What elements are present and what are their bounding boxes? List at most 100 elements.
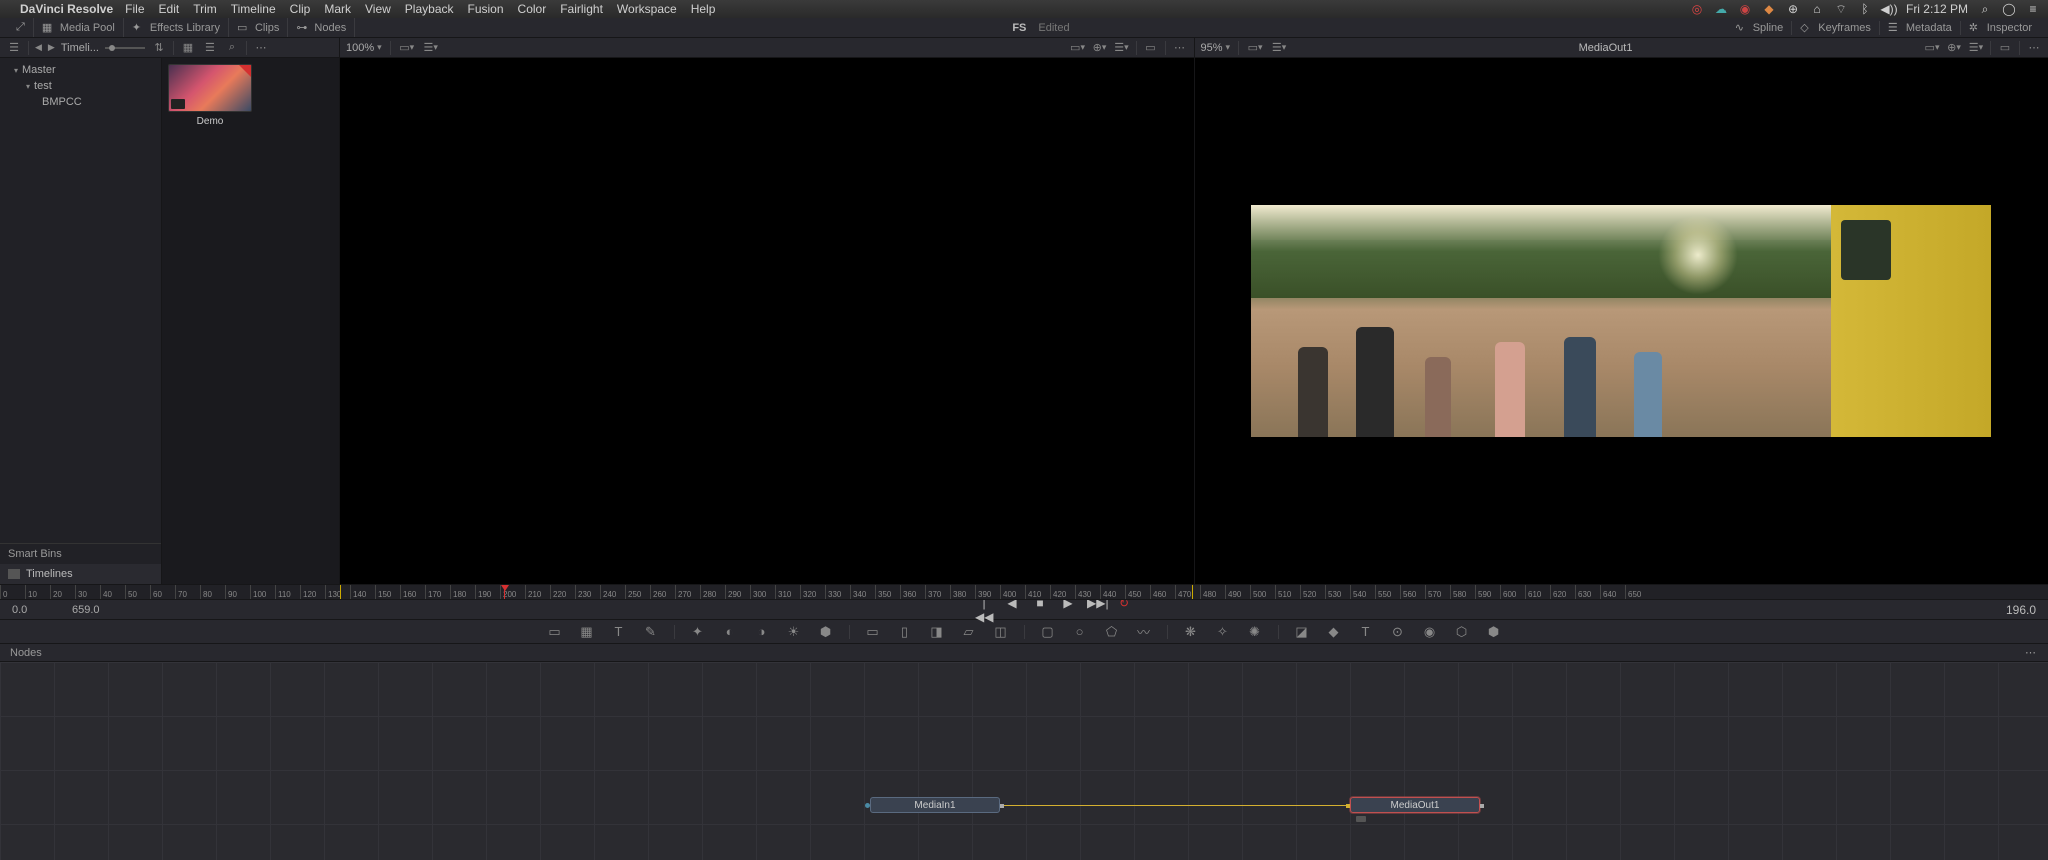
- siri-icon[interactable]: ◯: [2002, 2, 2016, 16]
- node-mediaout1[interactable]: MediaOut1: [1350, 797, 1480, 813]
- metadata-button[interactable]: ☰Metadata: [1888, 21, 1952, 35]
- clip-demo[interactable]: Demo: [168, 64, 252, 127]
- playhead[interactable]: [504, 585, 505, 599]
- viewer-r-more-icon[interactable]: ⋯: [2026, 41, 2042, 55]
- menu-edit[interactable]: Edit: [159, 2, 180, 16]
- tool-ellipse[interactable]: ○: [1071, 624, 1089, 640]
- inspector-button[interactable]: ✲Inspector: [1969, 21, 2032, 35]
- tool-3d-shape[interactable]: ◆: [1325, 624, 1343, 640]
- menu-fusion[interactable]: Fusion: [468, 2, 504, 16]
- status-icon-1[interactable]: ◎: [1690, 2, 1704, 16]
- menu-view[interactable]: View: [365, 2, 391, 16]
- spline-button[interactable]: ∿Spline: [1735, 21, 1784, 35]
- spotlight-icon[interactable]: ⌕: [1978, 2, 1992, 16]
- menu-workspace[interactable]: Workspace: [617, 2, 677, 16]
- tool-polygon[interactable]: ⬠: [1103, 624, 1121, 640]
- nodes-graph[interactable]: MediaIn1 MediaOut1: [0, 662, 2048, 860]
- bin-test[interactable]: ▾test: [0, 78, 161, 94]
- menu-timeline[interactable]: Timeline: [231, 2, 276, 16]
- nav-back-icon[interactable]: ◀: [35, 42, 42, 53]
- view-mode-right-icon[interactable]: ☰▾: [1271, 41, 1287, 55]
- menu-trim[interactable]: Trim: [193, 2, 217, 16]
- tool-brightness[interactable]: ☀: [785, 624, 803, 640]
- keyframes-button[interactable]: ◇Keyframes: [1800, 21, 1871, 35]
- list-view-icon[interactable]: ☰: [202, 41, 218, 55]
- tool-transform[interactable]: ◫: [992, 624, 1010, 640]
- viewer-r-opt3-icon[interactable]: ☰▾: [1968, 41, 1984, 55]
- viewer-r-opt2-icon[interactable]: ⊕▾: [1946, 41, 1962, 55]
- app-name[interactable]: DaVinci Resolve: [20, 2, 113, 16]
- smart-bins-header[interactable]: Smart Bins: [0, 543, 161, 564]
- bin-dropdown[interactable]: Timeli...: [61, 42, 99, 54]
- menu-mark[interactable]: Mark: [324, 2, 351, 16]
- tool-pemitter[interactable]: ✺: [1246, 624, 1264, 640]
- grid-view-icon[interactable]: ▦: [180, 41, 196, 55]
- more-icon[interactable]: ⋯: [253, 41, 269, 55]
- tool-3d-image[interactable]: ◪: [1293, 624, 1311, 640]
- tool-matte[interactable]: ◨: [928, 624, 946, 640]
- tool-fastnoise[interactable]: ▦: [578, 624, 596, 640]
- node-mediain1[interactable]: MediaIn1: [870, 797, 1000, 813]
- viewer-opt3-icon[interactable]: ☰▾: [1114, 41, 1130, 55]
- tool-background[interactable]: ▭: [546, 624, 564, 640]
- menu-playback[interactable]: Playback: [405, 2, 454, 16]
- tool-3d-light[interactable]: ◉: [1421, 624, 1439, 640]
- tool-tracker[interactable]: ✦: [689, 624, 707, 640]
- nav-fwd-icon[interactable]: ▶: [48, 42, 55, 53]
- viewer-opt2-icon[interactable]: ⊕▾: [1092, 41, 1108, 55]
- volume-icon[interactable]: ◀)): [1882, 2, 1896, 16]
- tool-text[interactable]: T: [610, 624, 628, 640]
- timeline-ruler[interactable]: 0102030405060708090100110120130140150160…: [0, 584, 2048, 600]
- tool-paint[interactable]: ✎: [642, 624, 660, 640]
- tool-rectangle[interactable]: ▢: [1039, 624, 1057, 640]
- tool-3d-camera[interactable]: ⊙: [1389, 624, 1407, 640]
- viewer-single-icon[interactable]: ▭: [1143, 41, 1159, 55]
- resize-handle-icon[interactable]: ⤢: [16, 21, 25, 34]
- status-icon-5[interactable]: ⊕: [1786, 2, 1800, 16]
- menu-file[interactable]: File: [125, 2, 144, 16]
- tool-particles[interactable]: ❋: [1182, 624, 1200, 640]
- tool-resize[interactable]: ▱: [960, 624, 978, 640]
- wifi-icon[interactable]: ⌔: [1834, 2, 1848, 16]
- search-icon[interactable]: ⌕: [224, 41, 240, 55]
- zoom-right-dropdown[interactable]: 95% ▾: [1201, 42, 1231, 54]
- menu-clip[interactable]: Clip: [290, 2, 311, 16]
- bin-master[interactable]: ▾Master: [0, 62, 161, 78]
- viewer-r-single-icon[interactable]: ▭: [1997, 41, 2013, 55]
- nodes-button[interactable]: ⊶Nodes: [296, 21, 346, 35]
- tool-merge[interactable]: ▭: [864, 624, 882, 640]
- notifications-icon[interactable]: ≡: [2026, 2, 2040, 16]
- bluetooth-icon[interactable]: ᛒ: [1858, 2, 1872, 16]
- tool-bspline[interactable]: 〰: [1135, 624, 1153, 640]
- tool-3d-merge[interactable]: ⬡: [1453, 624, 1471, 640]
- zoom-left-dropdown[interactable]: 100% ▾: [346, 42, 382, 54]
- tool-colorcorrect[interactable]: ◑: [753, 624, 771, 640]
- status-icon-4[interactable]: ◆: [1762, 2, 1776, 16]
- tool-prender[interactable]: ✧: [1214, 624, 1232, 640]
- viewer-frame[interactable]: [1251, 205, 1991, 437]
- clip-thumbnail[interactable]: [168, 64, 252, 112]
- tool-drop[interactable]: ⬢: [817, 624, 835, 640]
- viewer-opt1-icon[interactable]: ▭▾: [1070, 41, 1086, 55]
- tool-3d-render[interactable]: ⬢: [1485, 624, 1503, 640]
- menu-color[interactable]: Color: [518, 2, 547, 16]
- nodes-options-icon[interactable]: ⋯: [2025, 646, 2038, 659]
- tool-blur[interactable]: ◐: [721, 624, 739, 640]
- view-mode-icon[interactable]: ☰▾: [423, 41, 439, 55]
- viewer-left[interactable]: [340, 58, 1195, 584]
- bin-bmpcc[interactable]: BMPCC: [0, 94, 161, 110]
- list-toggle-icon[interactable]: ☰: [6, 41, 22, 55]
- media-pool-button[interactable]: ▦Media Pool: [42, 21, 115, 35]
- menu-fairlight[interactable]: Fairlight: [560, 2, 603, 16]
- sort-icon[interactable]: ⇅: [151, 41, 167, 55]
- viewer-more-icon[interactable]: ⋯: [1172, 41, 1188, 55]
- smart-bin-timelines[interactable]: Timelines: [0, 564, 161, 584]
- menubar-clock[interactable]: Fri 2:12 PM: [1906, 2, 1968, 16]
- tool-3d-text[interactable]: T: [1357, 624, 1375, 640]
- menu-help[interactable]: Help: [691, 2, 716, 16]
- status-icon-2[interactable]: ☁: [1714, 2, 1728, 16]
- status-icon-6[interactable]: ⌂: [1810, 2, 1824, 16]
- effects-library-button[interactable]: ✦Effects Library: [132, 21, 220, 35]
- fit-icon[interactable]: ▭▾: [399, 41, 415, 55]
- tool-channelbool[interactable]: ▯: [896, 624, 914, 640]
